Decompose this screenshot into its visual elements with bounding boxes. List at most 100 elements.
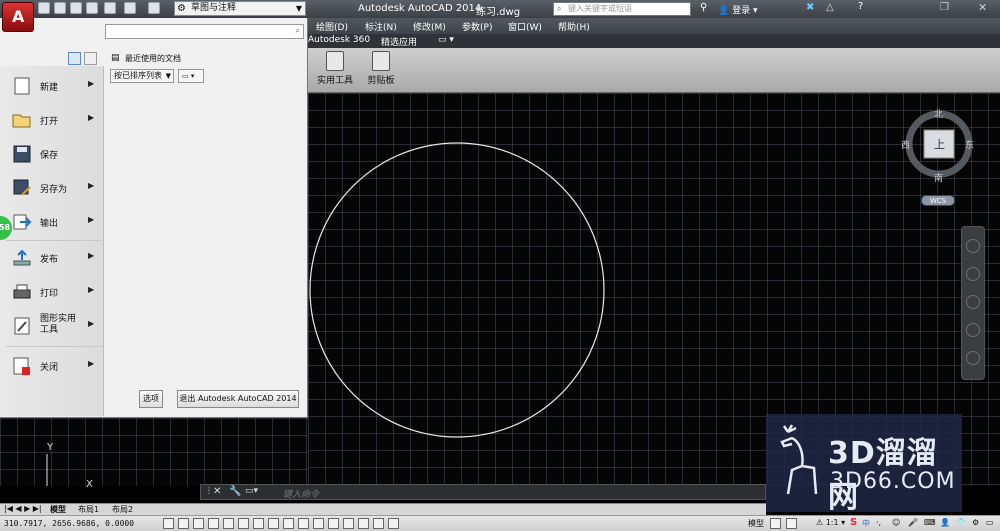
sbtn-extra-icon[interactable]: [388, 518, 399, 529]
help-search-input[interactable]: ⌕ 键入关键字或短语: [553, 2, 691, 16]
navigation-bar[interactable]: [961, 226, 985, 380]
utilities-button[interactable]: 实用工具: [316, 50, 354, 90]
pan-icon[interactable]: [966, 267, 980, 281]
undo-icon[interactable]: [124, 2, 136, 14]
print-icon[interactable]: [104, 2, 116, 14]
command-line[interactable]: ⋮ ✕ 🔧 ▭▾ 键入命令: [200, 484, 766, 500]
open-docs-view-icon[interactable]: [84, 52, 97, 65]
transparency-icon[interactable]: [328, 518, 339, 529]
menu-save[interactable]: 保存: [0, 138, 104, 170]
steering-wheel-icon[interactable]: [966, 239, 980, 253]
menu-export[interactable]: 输出 ▶: [0, 206, 104, 238]
ime-punctuation-icon[interactable]: ·,: [876, 518, 881, 527]
tab-layout1[interactable]: 布局1: [78, 504, 99, 515]
quick-view-layouts-icon[interactable]: [770, 518, 781, 529]
command-input[interactable]: 键入命令: [283, 487, 319, 500]
close-icon[interactable]: ✕: [213, 486, 221, 497]
workspace-select[interactable]: ⚙ 草图与注释 ▼: [174, 1, 306, 16]
model-space-label[interactable]: 模型: [748, 518, 764, 529]
command-history-icon[interactable]: ▭▾: [245, 486, 258, 496]
tools-icon[interactable]: ⚙: [972, 518, 979, 527]
menu-draw[interactable]: 绘图(D): [316, 20, 348, 33]
application-button[interactable]: A: [2, 2, 34, 32]
sogou-ime-icon[interactable]: S: [850, 517, 857, 528]
3d-object-snap-icon[interactable]: [253, 518, 264, 529]
quick-properties-icon[interactable]: [343, 518, 354, 529]
autodesk-360-icon[interactable]: △: [826, 2, 834, 13]
infer-constraints-icon[interactable]: [163, 518, 174, 529]
menu-close[interactable]: 关闭 ▶: [0, 350, 104, 382]
cleanscreen-icon[interactable]: ▭: [986, 518, 994, 527]
snap-mode-icon[interactable]: [178, 518, 189, 529]
recent-docs-view-icon[interactable]: [68, 52, 81, 65]
redo-icon[interactable]: [148, 2, 160, 14]
binoculars-icon[interactable]: ⚲: [700, 2, 707, 13]
compass-north[interactable]: 北: [934, 107, 943, 120]
tab-featured-apps[interactable]: 精选应用: [381, 35, 417, 48]
wrench-icon[interactable]: 🔧: [229, 486, 241, 497]
nav-arrows-icon[interactable]: |◀ ◀ ▶ ▶|: [4, 504, 42, 513]
annotation-monitor-icon[interactable]: [373, 518, 384, 529]
restore-window-icon[interactable]: ❐: [940, 2, 949, 13]
grid-display-icon[interactable]: [193, 518, 204, 529]
sort-select[interactable]: 按已排序列表 ▼: [110, 69, 174, 83]
drawing-canvas-left[interactable]: Y X: [0, 418, 308, 490]
menu-window[interactable]: 窗口(W): [508, 20, 542, 33]
menu-drawing-utilities[interactable]: 图形实用 工具 ▶: [0, 310, 104, 346]
selection-cycling-icon[interactable]: [358, 518, 369, 529]
menu-save-as[interactable]: 另存为 ▶: [0, 172, 104, 204]
orbit-icon[interactable]: [966, 323, 980, 337]
compass-south[interactable]: 南: [934, 171, 943, 184]
dynamic-input-icon[interactable]: [298, 518, 309, 529]
login-link[interactable]: 👤 登录 ▾: [718, 3, 757, 16]
ribbon-toggle-icon[interactable]: ▭ ▾: [438, 35, 454, 45]
annotation-scale[interactable]: ⚠ 1:1 ▾: [816, 518, 845, 527]
ducs-icon[interactable]: [283, 518, 294, 529]
ortho-mode-icon[interactable]: [208, 518, 219, 529]
user-icon[interactable]: 👤: [940, 518, 950, 527]
save-icon[interactable]: [70, 2, 82, 14]
shirt-icon[interactable]: 👕: [956, 518, 966, 527]
lineweight-icon[interactable]: [313, 518, 324, 529]
menu-parametric[interactable]: 参数(P): [462, 20, 492, 33]
compass-east[interactable]: 东: [965, 138, 974, 151]
tab-model[interactable]: 模型: [50, 504, 66, 515]
menu-open[interactable]: 打开 ▶: [0, 104, 104, 136]
microphone-icon[interactable]: 🎤: [908, 518, 918, 527]
object-snap-tracking-icon[interactable]: [268, 518, 279, 529]
menu-search-input[interactable]: ⌕: [105, 24, 304, 39]
ime-language-icon[interactable]: 中: [862, 518, 870, 529]
exit-autocad-button[interactable]: 退出 Autodesk AutoCAD 2014: [177, 390, 299, 408]
polar-tracking-icon[interactable]: [223, 518, 234, 529]
exchange-icon[interactable]: ✖: [806, 2, 814, 13]
menu-modify[interactable]: 修改(M): [413, 20, 446, 33]
menu-print[interactable]: 打印 ▶: [0, 276, 104, 308]
menu-new[interactable]: 新建 ▶: [0, 70, 104, 102]
wcs-menu[interactable]: WCS: [921, 195, 955, 206]
viewcube-top-face[interactable]: 上: [934, 136, 945, 152]
display-icon-select[interactable]: ▭ ▾: [178, 69, 204, 83]
tab-layout2[interactable]: 布局2: [112, 504, 133, 515]
drag-handle-icon[interactable]: ⋮: [205, 486, 213, 495]
quick-view-drawings-icon[interactable]: [786, 518, 797, 529]
menu-dimension[interactable]: 标注(N): [365, 20, 397, 33]
arrow-right-icon: ▶: [88, 251, 95, 260]
clipboard-button[interactable]: 剪贴板: [362, 50, 400, 90]
options-button[interactable]: 选项: [139, 390, 163, 408]
open-icon[interactable]: [54, 2, 66, 14]
showmotion-icon[interactable]: [966, 351, 980, 365]
zoom-icon[interactable]: [966, 295, 980, 309]
tab-autodesk-360[interactable]: Autodesk 360: [308, 35, 370, 45]
viewcube[interactable]: 北 南 东 西 上: [901, 104, 977, 184]
close-window-icon[interactable]: ✕: [978, 1, 987, 14]
menu-help[interactable]: 帮助(H): [558, 20, 590, 33]
keyboard-icon[interactable]: ⌨: [924, 518, 936, 527]
menu-publish[interactable]: 发布 ▶: [0, 242, 104, 274]
help-icon[interactable]: ?: [858, 1, 863, 12]
compass-west[interactable]: 西: [901, 138, 910, 151]
new-icon[interactable]: [38, 2, 50, 14]
save-as-icon[interactable]: [86, 2, 98, 14]
app-menu-commands: 新建 ▶ 打开 ▶ 保存 另存为 ▶ 输出 ▶ 发布 ▶ 打印 ▶ 图形实用 工…: [0, 66, 104, 416]
object-snap-icon[interactable]: [238, 518, 249, 529]
emoji-icon[interactable]: ☺: [892, 518, 900, 527]
